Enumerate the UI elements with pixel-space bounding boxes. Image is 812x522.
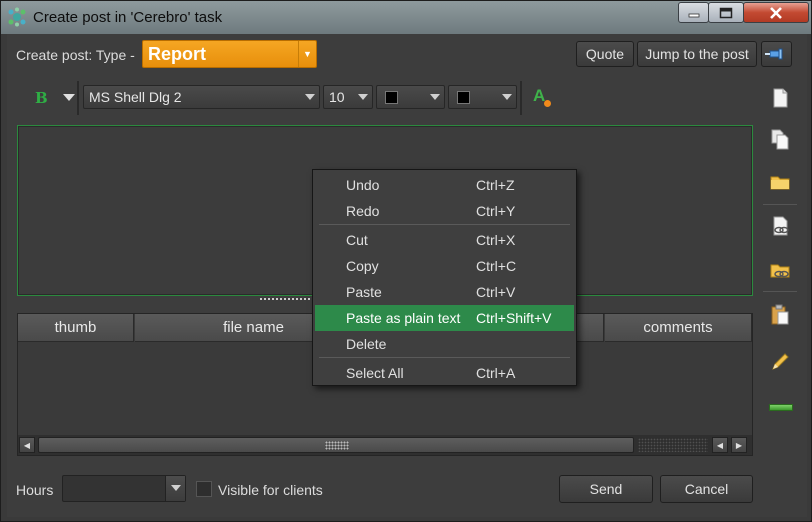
context-menu: Undo Ctrl+Z Redo Ctrl+Y Cut Ctrl+X Copy … (312, 169, 577, 386)
background-color-swatch (457, 91, 470, 104)
format-badge-icon (544, 100, 551, 107)
grip-icon (325, 441, 349, 450)
window-title: Create post in 'Cerebro' task (33, 9, 223, 26)
column-header-comments[interactable]: comments (605, 314, 752, 342)
chevron-down-icon (358, 94, 368, 100)
menu-item-label: Delete (346, 336, 387, 352)
close-window-button[interactable] (743, 2, 809, 23)
menu-item-label: Undo (346, 177, 380, 193)
chevron-down-icon (430, 94, 440, 100)
hours-select[interactable] (62, 475, 186, 502)
menu-item-shortcut: Ctrl+C (476, 258, 517, 274)
toolbar-divider (520, 81, 522, 115)
menu-item-cut[interactable]: Cut Ctrl+X (315, 227, 574, 253)
menu-separator (319, 357, 570, 358)
scrollbar-track (638, 438, 708, 452)
menu-item-select-all[interactable]: Select All Ctrl+A (315, 360, 574, 386)
send-button[interactable]: Send (559, 475, 653, 503)
scroll-left-icon[interactable]: ◀ (19, 437, 35, 453)
menu-item-label: Paste (346, 284, 382, 300)
horizontal-scrollbar[interactable]: ◀ ◀ ▶ (18, 435, 752, 455)
column-header-thumb[interactable]: thumb (18, 314, 134, 342)
close-icon (770, 6, 782, 19)
font-size-select[interactable]: 10 (323, 85, 373, 109)
link-file-icon[interactable] (769, 215, 791, 237)
copy-files-icon[interactable] (769, 128, 791, 150)
quote-button[interactable]: Quote (576, 41, 634, 67)
pin-button[interactable] (761, 41, 792, 67)
maximize-button[interactable] (708, 2, 744, 23)
minimize-icon (688, 13, 699, 17)
menu-item-label: Redo (346, 203, 380, 219)
scroll-left-icon[interactable]: ◀ (712, 437, 728, 453)
font-family-select[interactable]: MS Shell Dlg 2 (83, 85, 320, 109)
menu-item-paste[interactable]: Paste Ctrl+V (315, 279, 574, 305)
menu-item-label: Copy (346, 258, 379, 274)
pin-icon (765, 48, 783, 60)
menu-item-shortcut: Ctrl+A (476, 365, 516, 381)
menu-item-delete[interactable]: Delete (315, 331, 574, 357)
menu-item-label: Cut (346, 232, 368, 248)
cerebro-app-icon (8, 7, 26, 27)
new-file-icon[interactable] (769, 87, 791, 109)
folder-icon[interactable] (769, 171, 791, 193)
toolbar-separator (763, 291, 797, 292)
minimize-button[interactable] (678, 2, 709, 23)
visible-for-clients-label[interactable]: Visible for clients (218, 482, 323, 498)
post-type-select[interactable]: Report ▼ (142, 40, 317, 68)
font-size-value: 10 (329, 89, 345, 105)
editor-splitter-handle[interactable] (259, 297, 315, 301)
background-color-select[interactable] (448, 85, 517, 109)
jump-to-post-button[interactable]: Jump to the post (637, 41, 757, 67)
menu-item-redo[interactable]: Redo Ctrl+Y (315, 198, 574, 224)
menu-item-undo[interactable]: Undo Ctrl+Z (315, 172, 574, 198)
scroll-right-icon[interactable]: ▶ (731, 437, 747, 453)
menu-item-paste-plain-text[interactable]: Paste as plain text Ctrl+Shift+V (315, 305, 574, 331)
chevron-down-icon: ▼ (298, 41, 316, 67)
bold-icon[interactable]: B (35, 89, 48, 107)
paste-icon[interactable] (769, 304, 791, 326)
toolbar-divider (77, 81, 79, 115)
post-type-value: Report (148, 44, 206, 64)
post-type-label: Create post: Type - (16, 47, 135, 63)
scrollbar-thumb[interactable] (38, 437, 634, 453)
toolbar-separator (763, 204, 797, 205)
menu-item-shortcut: Ctrl+Y (476, 203, 516, 219)
menu-item-label: Paste as plain text (346, 310, 461, 326)
title-bar[interactable]: Create post in 'Cerebro' task (1, 1, 811, 34)
text-color-select[interactable] (376, 85, 445, 109)
style-dropdown-arrow[interactable] (63, 94, 75, 101)
cancel-button[interactable]: Cancel (660, 475, 753, 503)
chevron-down-icon (502, 94, 512, 100)
menu-item-shortcut: Ctrl+V (476, 284, 516, 300)
menu-separator (319, 224, 570, 225)
visible-for-clients-checkbox[interactable] (196, 481, 212, 497)
menu-item-shortcut: Ctrl+X (476, 232, 516, 248)
menu-item-copy[interactable]: Copy Ctrl+C (315, 253, 574, 279)
chevron-down-icon[interactable] (165, 476, 185, 501)
link-folder-icon[interactable] (769, 259, 791, 281)
pencil-icon[interactable] (769, 351, 791, 373)
menu-item-shortcut: Ctrl+Shift+V (476, 310, 552, 326)
status-bar-icon[interactable] (769, 404, 793, 411)
hours-label: Hours (16, 482, 54, 498)
text-color-swatch (385, 91, 398, 104)
menu-item-label: Select All (346, 365, 404, 381)
menu-item-shortcut: Ctrl+Z (476, 177, 515, 193)
font-family-value: MS Shell Dlg 2 (89, 89, 182, 105)
chevron-down-icon (305, 94, 315, 100)
maximize-icon (719, 7, 733, 18)
